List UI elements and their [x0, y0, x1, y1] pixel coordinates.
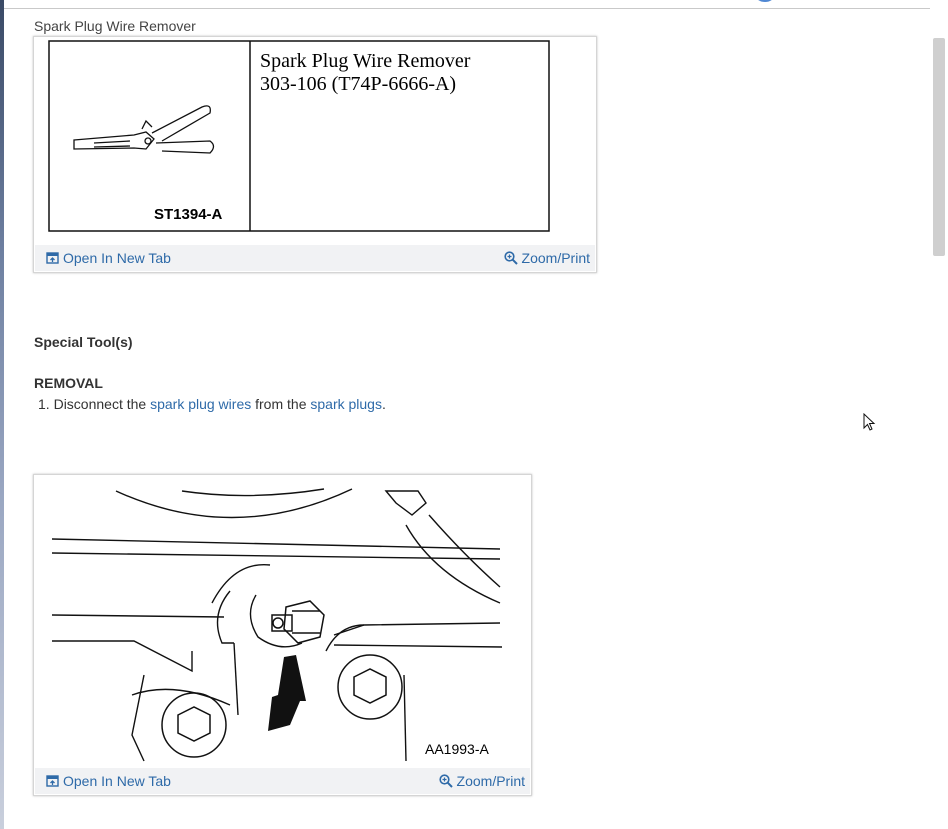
open-in-new-tab-link[interactable]: Open In New Tab: [46, 250, 171, 266]
figure-caption: Spark Plug Wire Remover: [34, 18, 196, 34]
zoom-print-label: Zoom/Print: [521, 250, 590, 266]
figure-card-footer: Open In New Tab Zoom/Print: [35, 768, 530, 794]
top-toolbar-edge: [4, 0, 930, 9]
step-text: from the: [255, 396, 307, 412]
figure-card-removal: AA1993-A Open In New Tab Zoom/Print: [33, 474, 532, 796]
figure-card-tool: Spark Plug Wire Remover 303-106 (T74P-66…: [33, 36, 597, 273]
zoom-icon: [438, 774, 453, 788]
spark-plug-wires-link[interactable]: spark plug wires: [150, 396, 251, 412]
tool-illustration: Spark Plug Wire Remover 303-106 (T74P-66…: [48, 40, 550, 232]
zoom-icon: [503, 251, 518, 265]
scrollbar-thumb[interactable]: [933, 38, 945, 256]
tool-number-label: 303-106 (T74P-6666-A): [260, 73, 456, 95]
zoom-print-link[interactable]: Zoom/Print: [438, 773, 525, 789]
removal-step-1: 1. Disconnect the spark plug wires from …: [38, 396, 386, 412]
open-in-new-tab-label: Open In New Tab: [63, 773, 171, 789]
vertical-scrollbar[interactable]: [930, 8, 948, 829]
arrow-indicator: [268, 655, 306, 731]
zoom-print-label: Zoom/Print: [456, 773, 525, 789]
figure-id-label: ST1394-A: [154, 206, 223, 223]
zoom-print-link[interactable]: Zoom/Print: [503, 250, 590, 266]
open-in-new-tab-label: Open In New Tab: [63, 250, 171, 266]
step-text-end: .: [381, 396, 386, 412]
tool-name-label: Spark Plug Wire Remover: [260, 50, 471, 72]
step-text: Disconnect the: [53, 396, 147, 412]
figure-card-footer: Open In New Tab Zoom/Print: [35, 245, 595, 271]
circle-icon[interactable]: [756, 0, 774, 2]
special-tools-heading: Special Tool(s): [34, 334, 133, 350]
figure-id-label: AA1993-A: [425, 741, 489, 757]
open-in-new-tab-link[interactable]: Open In New Tab: [46, 773, 171, 789]
removal-illustration: AA1993-A: [51, 488, 503, 762]
step-number: 1.: [38, 396, 50, 412]
spark-plug-drawing: [271, 600, 325, 644]
open-tab-icon: [46, 774, 59, 787]
desktop-edge: [0, 0, 4, 829]
removal-heading: REMOVAL: [34, 375, 103, 391]
mouse-cursor-icon: [863, 413, 876, 431]
open-tab-icon: [46, 251, 59, 264]
spark-plugs-link[interactable]: spark plugs: [310, 396, 382, 412]
